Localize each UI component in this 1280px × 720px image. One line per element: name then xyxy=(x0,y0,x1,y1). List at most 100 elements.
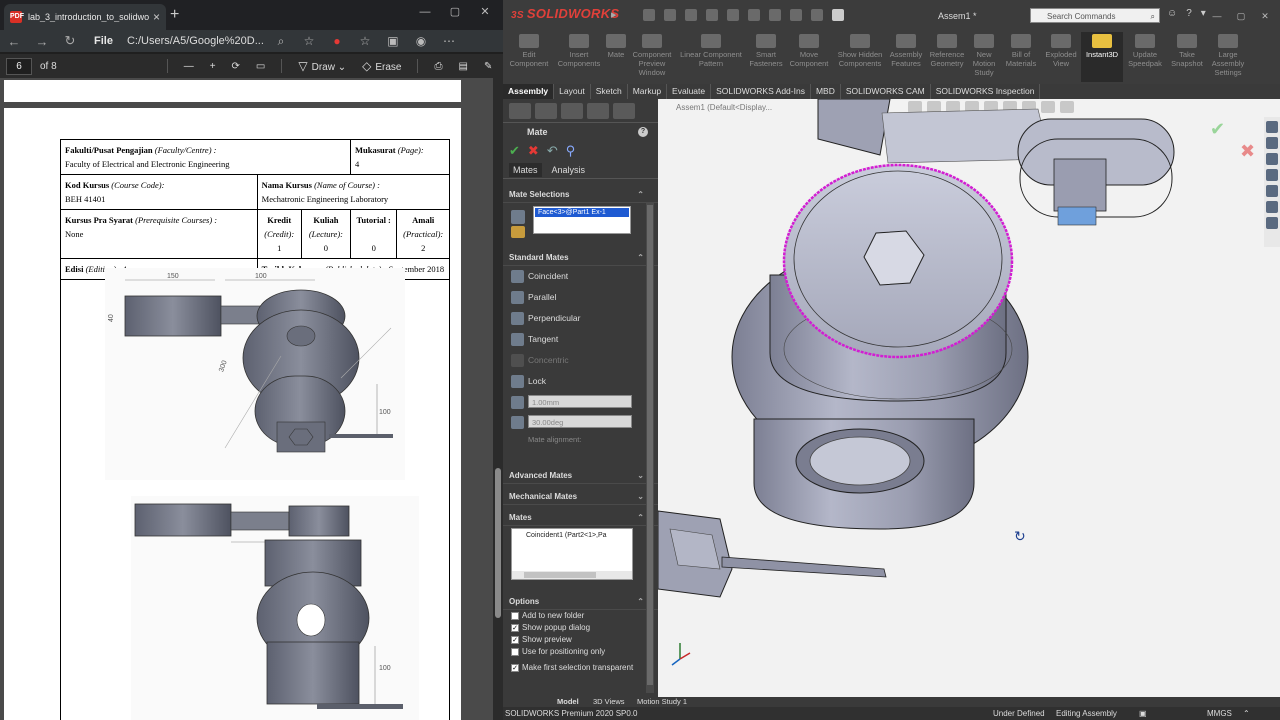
tangent-option[interactable]: Tangent xyxy=(503,329,658,350)
perpendicular-option[interactable]: Perpendicular xyxy=(503,308,658,329)
distance-spinner[interactable]: 1.00mm xyxy=(503,392,658,412)
tab-close-icon[interactable]: × xyxy=(153,10,160,24)
sw-minimize-button[interactable]: — xyxy=(1205,6,1229,26)
close-window-button[interactable]: ✕ xyxy=(470,2,500,22)
option-first-selection-transparent[interactable]: ✓ Make first selection transparent xyxy=(503,662,658,674)
pdf-viewer[interactable]: Fakulti/Pusat Pengajian (Faculty/Centre)… xyxy=(0,78,493,720)
dimxpert-tab-icon[interactable] xyxy=(587,102,609,119)
checkbox[interactable] xyxy=(511,648,519,656)
checkbox-checked[interactable]: ✓ xyxy=(511,636,519,644)
collections-icon[interactable]: ▣ xyxy=(379,34,407,48)
print-icon[interactable] xyxy=(727,9,739,21)
erase-button[interactable]: ◇ Erase xyxy=(354,59,409,73)
unit-system[interactable]: MMGS xyxy=(1207,707,1232,720)
standard-mates-header[interactable]: Standard Mates ⌃ xyxy=(503,250,658,266)
maximize-button[interactable]: ▢ xyxy=(440,2,470,22)
entities-to-mate-list[interactable]: Face<3>@Part1 Ex-1 xyxy=(533,206,631,234)
tab-model[interactable]: Model xyxy=(557,697,579,707)
distance-value[interactable]: 1.00mm xyxy=(528,395,632,408)
tab-cam[interactable]: SOLIDWORKS CAM xyxy=(841,84,931,99)
new-motion-study-button[interactable]: New Motion Study xyxy=(965,32,1003,82)
star-icon[interactable]: ☆ xyxy=(295,34,323,48)
edit-component-button[interactable]: Edit Component xyxy=(503,32,555,82)
graphics-area[interactable]: Assem1 (Default<Display... ↻ ✔ ✖ xyxy=(658,99,1280,707)
zoom-in-button[interactable]: + xyxy=(202,61,224,72)
print-icon[interactable]: ⎙ xyxy=(426,61,450,72)
pin-icon[interactable]: ✎ xyxy=(476,61,500,72)
user-icon[interactable]: ☺ xyxy=(1167,8,1177,19)
large-assembly-settings-button[interactable]: Large Assembly Settings xyxy=(1205,32,1251,82)
browser-tab[interactable]: PDF lab_3_introduction_to_solidwork × xyxy=(4,4,166,30)
pm-scrollbar[interactable] xyxy=(646,203,654,693)
rebuild-status-icon[interactable]: ▣ xyxy=(1139,707,1147,720)
fit-page-icon[interactable]: ▭ xyxy=(248,61,273,72)
refresh-icon[interactable]: ↻ xyxy=(56,33,84,49)
tab-addins[interactable]: SOLIDWORKS Add-Ins xyxy=(711,84,811,99)
pushpin-icon[interactable]: ⚲ xyxy=(566,143,576,159)
search-commands-input[interactable]: Search Commands ⌕ xyxy=(1030,8,1160,23)
configuration-manager-tab-icon[interactable] xyxy=(561,102,583,119)
selected-entity[interactable]: Face<3>@Part1 Ex-1 xyxy=(535,208,629,217)
show-hidden-components-button[interactable]: Show Hidden Components xyxy=(835,32,885,82)
tab-assembly[interactable]: Assembly xyxy=(503,84,555,99)
file-properties-icon[interactable] xyxy=(811,9,823,21)
status-expand-icon[interactable]: ⌃ xyxy=(1243,707,1250,720)
tab-motion-study[interactable]: Motion Study 1 xyxy=(637,697,687,707)
property-manager-tab-icon[interactable] xyxy=(535,102,557,119)
page-number-input[interactable]: 6 xyxy=(6,57,32,75)
assembly-3d-model[interactable]: ↻ ✔ ✖ xyxy=(658,99,1280,707)
mates-header[interactable]: Mates ⌃ xyxy=(503,510,658,526)
option-positioning-only[interactable]: Use for positioning only xyxy=(503,646,658,658)
favorites-icon[interactable]: ☆ xyxy=(351,34,379,48)
angle-value[interactable]: 30.00deg xyxy=(528,415,632,428)
open-icon[interactable] xyxy=(685,9,697,21)
save-icon[interactable] xyxy=(706,9,718,21)
tab-layout[interactable]: Layout xyxy=(554,84,591,99)
pm-scrollbar-thumb[interactable] xyxy=(647,205,653,685)
draw-button[interactable]: ▽ Draw ⌄ xyxy=(290,59,354,73)
rotate-icon[interactable]: ⟳ xyxy=(224,61,248,72)
view-palette-icon[interactable] xyxy=(1266,169,1278,181)
coincident-option[interactable]: Coincident xyxy=(503,266,658,287)
option-show-preview[interactable]: ✓ Show preview xyxy=(503,634,658,646)
checkbox-checked[interactable]: ✓ xyxy=(511,664,519,672)
advanced-mates-header[interactable]: Advanced Mates ⌄ xyxy=(503,468,658,484)
mates-list-hscroll[interactable] xyxy=(512,571,632,579)
cancel-x-icon[interactable]: ✖ xyxy=(528,143,539,159)
angle-spinner[interactable]: 30.00deg xyxy=(503,412,658,432)
confirm-cancel-icon[interactable]: ✖ xyxy=(1240,141,1255,161)
assembly-features-button[interactable]: Assembly Features xyxy=(883,32,929,82)
move-component-button[interactable]: Move Component xyxy=(785,32,833,82)
mates-list[interactable]: Coincident1 (Part2<1>,Pa xyxy=(511,528,633,580)
forward-arrow-icon[interactable]: → xyxy=(28,34,56,49)
appearances-icon[interactable] xyxy=(1266,185,1278,197)
mechanical-mates-header[interactable]: Mechanical Mates ⌄ xyxy=(503,489,658,505)
linear-component-pattern-button[interactable]: Linear Component Pattern xyxy=(677,32,745,82)
custom-properties-icon[interactable] xyxy=(1266,201,1278,213)
help-icon[interactable]: ? xyxy=(1186,8,1192,19)
pdf-scrollbar[interactable] xyxy=(493,78,503,720)
save-icon[interactable]: ▤ xyxy=(450,61,475,72)
option-add-new-folder[interactable]: Add to new folder xyxy=(503,610,658,622)
new-tab-button[interactable]: + xyxy=(170,6,179,24)
tab-sketch[interactable]: Sketch xyxy=(591,84,628,99)
tab-mates[interactable]: Mates xyxy=(509,162,542,177)
search-icon[interactable]: ⌕ xyxy=(267,34,295,49)
file-explorer-icon[interactable] xyxy=(1266,153,1278,165)
tab-inspection[interactable]: SOLIDWORKS Inspection xyxy=(931,84,1041,99)
lock-option[interactable]: Lock xyxy=(503,371,658,392)
smart-fasteners-button[interactable]: Smart Fasteners xyxy=(741,32,791,82)
zoom-out-button[interactable]: — xyxy=(176,61,202,72)
url-field[interactable]: C:/Users/A5/Google%20D... xyxy=(127,35,267,47)
tab-3d-views[interactable]: 3D Views xyxy=(593,697,625,707)
parallel-option[interactable]: Parallel xyxy=(503,287,658,308)
profile-avatar[interactable]: ◉ xyxy=(407,34,435,48)
bill-of-materials-button[interactable]: Bill of Materials xyxy=(1001,32,1041,82)
ok-check-icon[interactable]: ✔ xyxy=(509,143,520,159)
instant3d-button[interactable]: Instant3D xyxy=(1081,32,1123,82)
minimize-button[interactable]: — xyxy=(410,2,440,22)
exploded-view-button[interactable]: Exploded View xyxy=(1041,32,1081,82)
options-gear-icon[interactable] xyxy=(832,9,844,21)
undo-icon[interactable]: ↶ xyxy=(547,143,558,159)
display-manager-tab-icon[interactable] xyxy=(613,102,635,119)
